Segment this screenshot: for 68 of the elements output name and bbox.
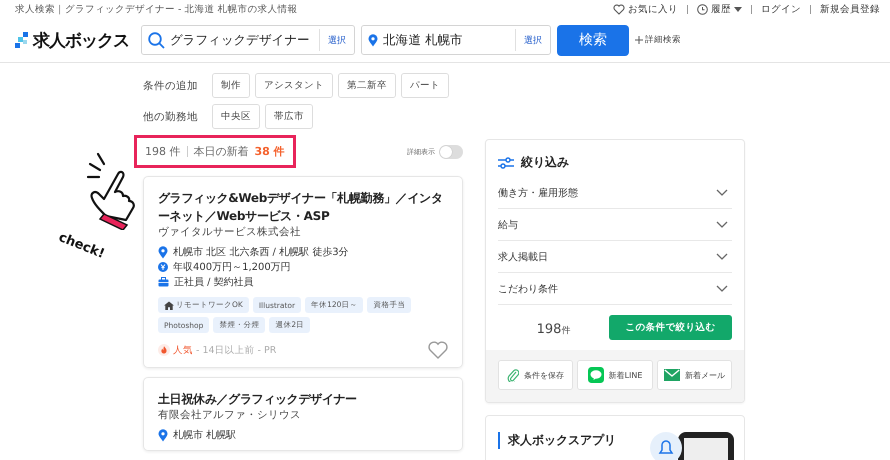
filter-item[interactable]: 働き方・雇用形態 <box>498 177 732 209</box>
sliders-icon <box>498 156 514 168</box>
header-link[interactable]: ログイン <box>761 2 801 16</box>
job-detail: 正社員 / 契約社員 <box>174 276 254 289</box>
pin-icon <box>158 428 168 442</box>
result-count: 198 件 <box>145 144 180 159</box>
toggle-switch[interactable] <box>439 144 463 158</box>
refine-chip[interactable]: パート <box>401 73 449 98</box>
select-button[interactable]: 選択 <box>515 29 550 51</box>
envelope-icon <box>664 369 680 381</box>
briefcase-icon <box>158 277 169 287</box>
filter-count: 198 <box>536 322 562 337</box>
action-button[interactable]: 新着メール <box>656 360 732 390</box>
chevron-icon <box>716 221 728 228</box>
pin-icon <box>368 34 378 46</box>
job-title[interactable]: グラフィック&Webデザイナー「札幌勤務」／インターネット／Webサービス・ASP <box>158 189 448 225</box>
refine-label: 条件の追加 <box>143 78 199 92</box>
advanced-search-link[interactable]: 詳細検索 <box>635 34 681 46</box>
caret-icon <box>734 6 742 12</box>
filter-title: 絞り込み <box>521 154 569 171</box>
action-button[interactable]: 条件を保存 <box>498 360 574 390</box>
refine-label: 他の勤務地 <box>143 110 199 124</box>
filter-item[interactable]: 給与 <box>498 209 732 241</box>
heart-icon[interactable] <box>428 341 448 359</box>
chevron-icon <box>716 253 728 260</box>
search-field[interactable]: グラフィックデザイナー 選択 <box>141 25 355 55</box>
app-card-title: 求人ボックスアプリ <box>498 432 616 449</box>
count-unit: 件 <box>561 326 570 336</box>
search-icon <box>148 32 165 48</box>
job-card[interactable]: 土日祝休み／グラフィックデザイナー 有限会社アルファ・シリウス 札幌市 札幌駅 <box>143 377 463 451</box>
job-meta: - 14日以上前 - PR <box>196 344 278 356</box>
chevron-icon <box>716 189 728 196</box>
chevron-icon <box>716 285 728 292</box>
plus-icon <box>635 36 643 44</box>
paperclip-icon <box>507 368 520 382</box>
logo-mark-icon <box>15 32 31 48</box>
new-label: 本日の新着 <box>194 144 248 159</box>
refine-chip[interactable]: アシスタント <box>255 73 333 98</box>
company-name: 有限会社アルファ・シリウス <box>158 408 302 422</box>
heart-icon <box>613 4 625 14</box>
search-button[interactable]: 検索 <box>557 24 629 56</box>
refine-chip[interactable]: 中央区 <box>212 104 260 129</box>
action-button[interactable]: 新着LINE <box>577 360 653 390</box>
refine-chip[interactable]: 制作 <box>212 73 250 98</box>
company-name: ヴァイタルサービス株式会社 <box>158 225 302 239</box>
refine-chip[interactable]: 帯広市 <box>265 104 313 129</box>
refine-chip[interactable]: 第二新卒 <box>338 73 396 98</box>
header-link[interactable]: 新規会員登録 <box>820 2 880 16</box>
filter-item[interactable]: 求人掲載日 <box>498 241 732 273</box>
new-count: 38 件 <box>254 144 285 159</box>
chat-bubble-icon <box>588 367 604 383</box>
page-title: 求人検索｜グラフィックデザイナー - 北海道 札幌市の求人情報 <box>15 2 298 16</box>
filter-item[interactable]: こだわり条件 <box>498 273 732 305</box>
house-icon <box>164 300 174 310</box>
select-button[interactable]: 選択 <box>319 29 354 51</box>
job-detail: 年収400万円～1,200万円 <box>173 260 291 274</box>
search-field[interactable]: 北海道 札幌市 選択 <box>361 25 551 55</box>
logo-text: 求人ボックス <box>33 30 129 52</box>
job-detail: 札幌市 札幌駅 <box>173 428 236 442</box>
flame-icon <box>158 344 170 356</box>
header-link[interactable]: 履歴 <box>697 2 742 16</box>
job-detail: 札幌市 北区 北六条西 / 札幌駅 徒歩3分 <box>173 246 349 259</box>
coin-icon <box>158 262 168 272</box>
clock-icon <box>697 4 708 14</box>
header-link[interactable]: お気に入り <box>613 2 678 16</box>
job-title[interactable]: 土日祝休み／グラフィックデザイナー <box>158 390 448 408</box>
popular-label: 人気 <box>173 344 193 356</box>
pin-icon <box>158 246 168 258</box>
